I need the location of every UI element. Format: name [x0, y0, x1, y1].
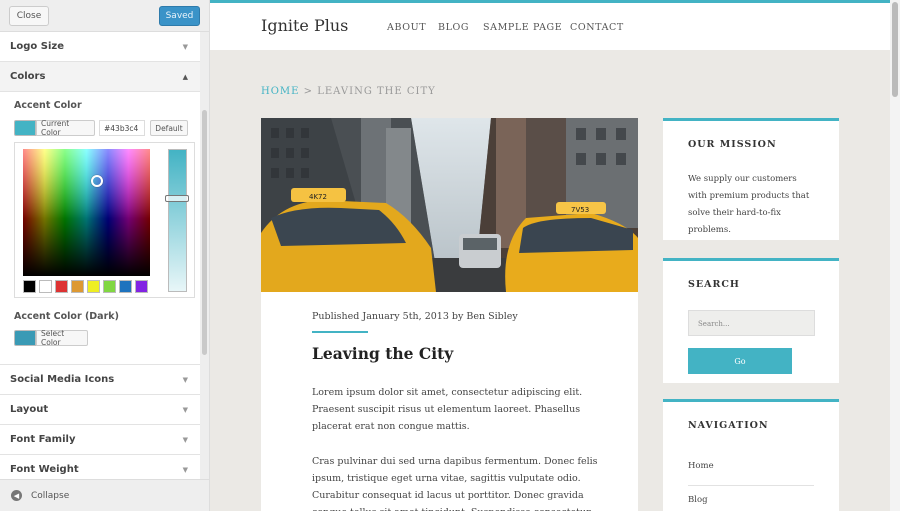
- chevron-down-icon: ▼: [182, 376, 188, 384]
- color-picker: [14, 142, 195, 298]
- palette-swatch-black[interactable]: [23, 280, 36, 293]
- default-button[interactable]: Default: [150, 120, 188, 136]
- widget-title: OUR MISSION: [688, 139, 777, 150]
- site-title[interactable]: Ignite Plus: [261, 16, 348, 35]
- site-preview: Ignite Plus ABOUT BLOG SAMPLE PAGE CONTA…: [210, 0, 900, 511]
- widget-title: SEARCH: [688, 279, 740, 290]
- widget-text: We supply our customers with premium pro…: [688, 174, 810, 235]
- city-taxi-image: 4K72 7V53: [261, 118, 638, 292]
- post-card: 4K72 7V53 Published January 5th, 2013 by…: [261, 118, 638, 511]
- post-meta: Published January 5th, 2013 by Ben Sible…: [312, 311, 518, 322]
- breadcrumb-home[interactable]: HOME: [261, 86, 299, 97]
- breadcrumb: HOME > LEAVING THE CITY: [261, 86, 436, 97]
- widget-our-mission: OUR MISSION We supply our customers with…: [663, 118, 839, 240]
- nav-blog[interactable]: BLOG: [438, 22, 469, 33]
- section-label: Logo Size: [10, 41, 64, 52]
- palette-swatch-yellow[interactable]: [87, 280, 100, 293]
- customizer-scrollbar[interactable]: [202, 110, 207, 355]
- section-layout[interactable]: Layout ▼: [0, 395, 200, 425]
- collapse-label: Collapse: [31, 490, 70, 501]
- accent-color-swatch[interactable]: [14, 120, 36, 136]
- section-colors[interactable]: Colors ▲: [0, 62, 200, 92]
- chevron-down-icon: ▼: [182, 466, 188, 474]
- preview-scrollbar-thumb[interactable]: [892, 2, 898, 97]
- breadcrumb-separator: >: [303, 86, 314, 97]
- chevron-up-icon: ▲: [182, 73, 188, 81]
- section-label: Layout: [10, 404, 49, 415]
- widget-navigation: NAVIGATION Home Blog: [663, 399, 839, 511]
- saturation-handle[interactable]: [91, 175, 103, 187]
- post-paragraph: Cras pulvinar dui sed urna dapibus ferme…: [312, 456, 598, 511]
- chevron-down-icon: ▼: [182, 43, 188, 51]
- post-title[interactable]: Leaving the City: [312, 344, 453, 363]
- select-color-button[interactable]: Select Color: [36, 329, 88, 347]
- chevron-down-icon: ▼: [182, 436, 188, 444]
- saturation-overlay: [23, 149, 150, 219]
- colors-panel: Accent Color Current Color #43b3c4 Defau…: [0, 92, 200, 365]
- widget-search: SEARCH Search... Go: [663, 258, 839, 383]
- palette-swatch-orange[interactable]: [71, 280, 84, 293]
- section-label: Font Family: [10, 434, 76, 445]
- section-label: Colors: [10, 71, 46, 82]
- section-label: Font Weight: [10, 464, 79, 475]
- saved-button[interactable]: Saved: [159, 6, 200, 26]
- palette-swatch-red[interactable]: [55, 280, 68, 293]
- nav-about[interactable]: ABOUT: [387, 22, 426, 33]
- nav-contact[interactable]: CONTACT: [570, 22, 624, 33]
- nav-sample-page[interactable]: SAMPLE PAGE: [483, 22, 562, 33]
- accent-color-label: Accent Color: [14, 100, 82, 111]
- widget-title: NAVIGATION: [688, 420, 769, 431]
- palette-swatch-white[interactable]: [39, 280, 52, 293]
- site-header: Ignite Plus ABOUT BLOG SAMPLE PAGE CONTA…: [210, 3, 890, 50]
- close-button[interactable]: Close: [9, 6, 49, 26]
- meta-divider: [312, 331, 368, 333]
- collapse-button[interactable]: ◀ Collapse: [0, 479, 209, 511]
- search-input[interactable]: Search...: [688, 310, 815, 336]
- saturation-area[interactable]: [23, 149, 150, 276]
- post-featured-image[interactable]: 4K72 7V53: [261, 118, 638, 292]
- section-logo-size[interactable]: Logo Size ▼: [0, 32, 200, 62]
- accent-dark-label: Accent Color (Dark): [14, 311, 119, 322]
- value-slider-handle[interactable]: [165, 195, 189, 202]
- widget-nav-home[interactable]: Home: [688, 461, 714, 471]
- taxi-plate-left: 4K72: [309, 193, 327, 201]
- taxi-plate-right: 7V53: [571, 206, 589, 214]
- customizer-header: Close Saved: [0, 0, 209, 32]
- section-social-media-icons[interactable]: Social Media Icons ▼: [0, 365, 200, 395]
- current-color-button[interactable]: Current Color: [36, 119, 95, 137]
- palette-swatch-purple[interactable]: [135, 280, 148, 293]
- accent-dark-swatch[interactable]: [14, 330, 36, 346]
- palette-swatch-blue[interactable]: [119, 280, 132, 293]
- value-slider[interactable]: [168, 149, 187, 292]
- post-paragraph: Lorem ipsum dolor sit amet, consectetur …: [312, 387, 583, 432]
- section-font-weight[interactable]: Font Weight ▼: [0, 455, 200, 479]
- search-go-button[interactable]: Go: [688, 348, 792, 374]
- chevron-down-icon: ▼: [182, 406, 188, 414]
- customizer-panel: Close Saved Logo Size ▼ Colors ▲ Accent …: [0, 0, 210, 511]
- hex-input[interactable]: #43b3c4: [99, 120, 145, 136]
- divider: [688, 485, 814, 486]
- breadcrumb-current: LEAVING THE CITY: [317, 86, 436, 97]
- section-label: Social Media Icons: [10, 374, 115, 385]
- widget-nav-blog[interactable]: Blog: [688, 495, 708, 505]
- customizer-sections: Logo Size ▼ Colors ▲ Accent Color Curren…: [0, 32, 209, 479]
- palette-swatch-green[interactable]: [103, 280, 116, 293]
- collapse-icon: ◀: [11, 490, 22, 501]
- section-font-family[interactable]: Font Family ▼: [0, 425, 200, 455]
